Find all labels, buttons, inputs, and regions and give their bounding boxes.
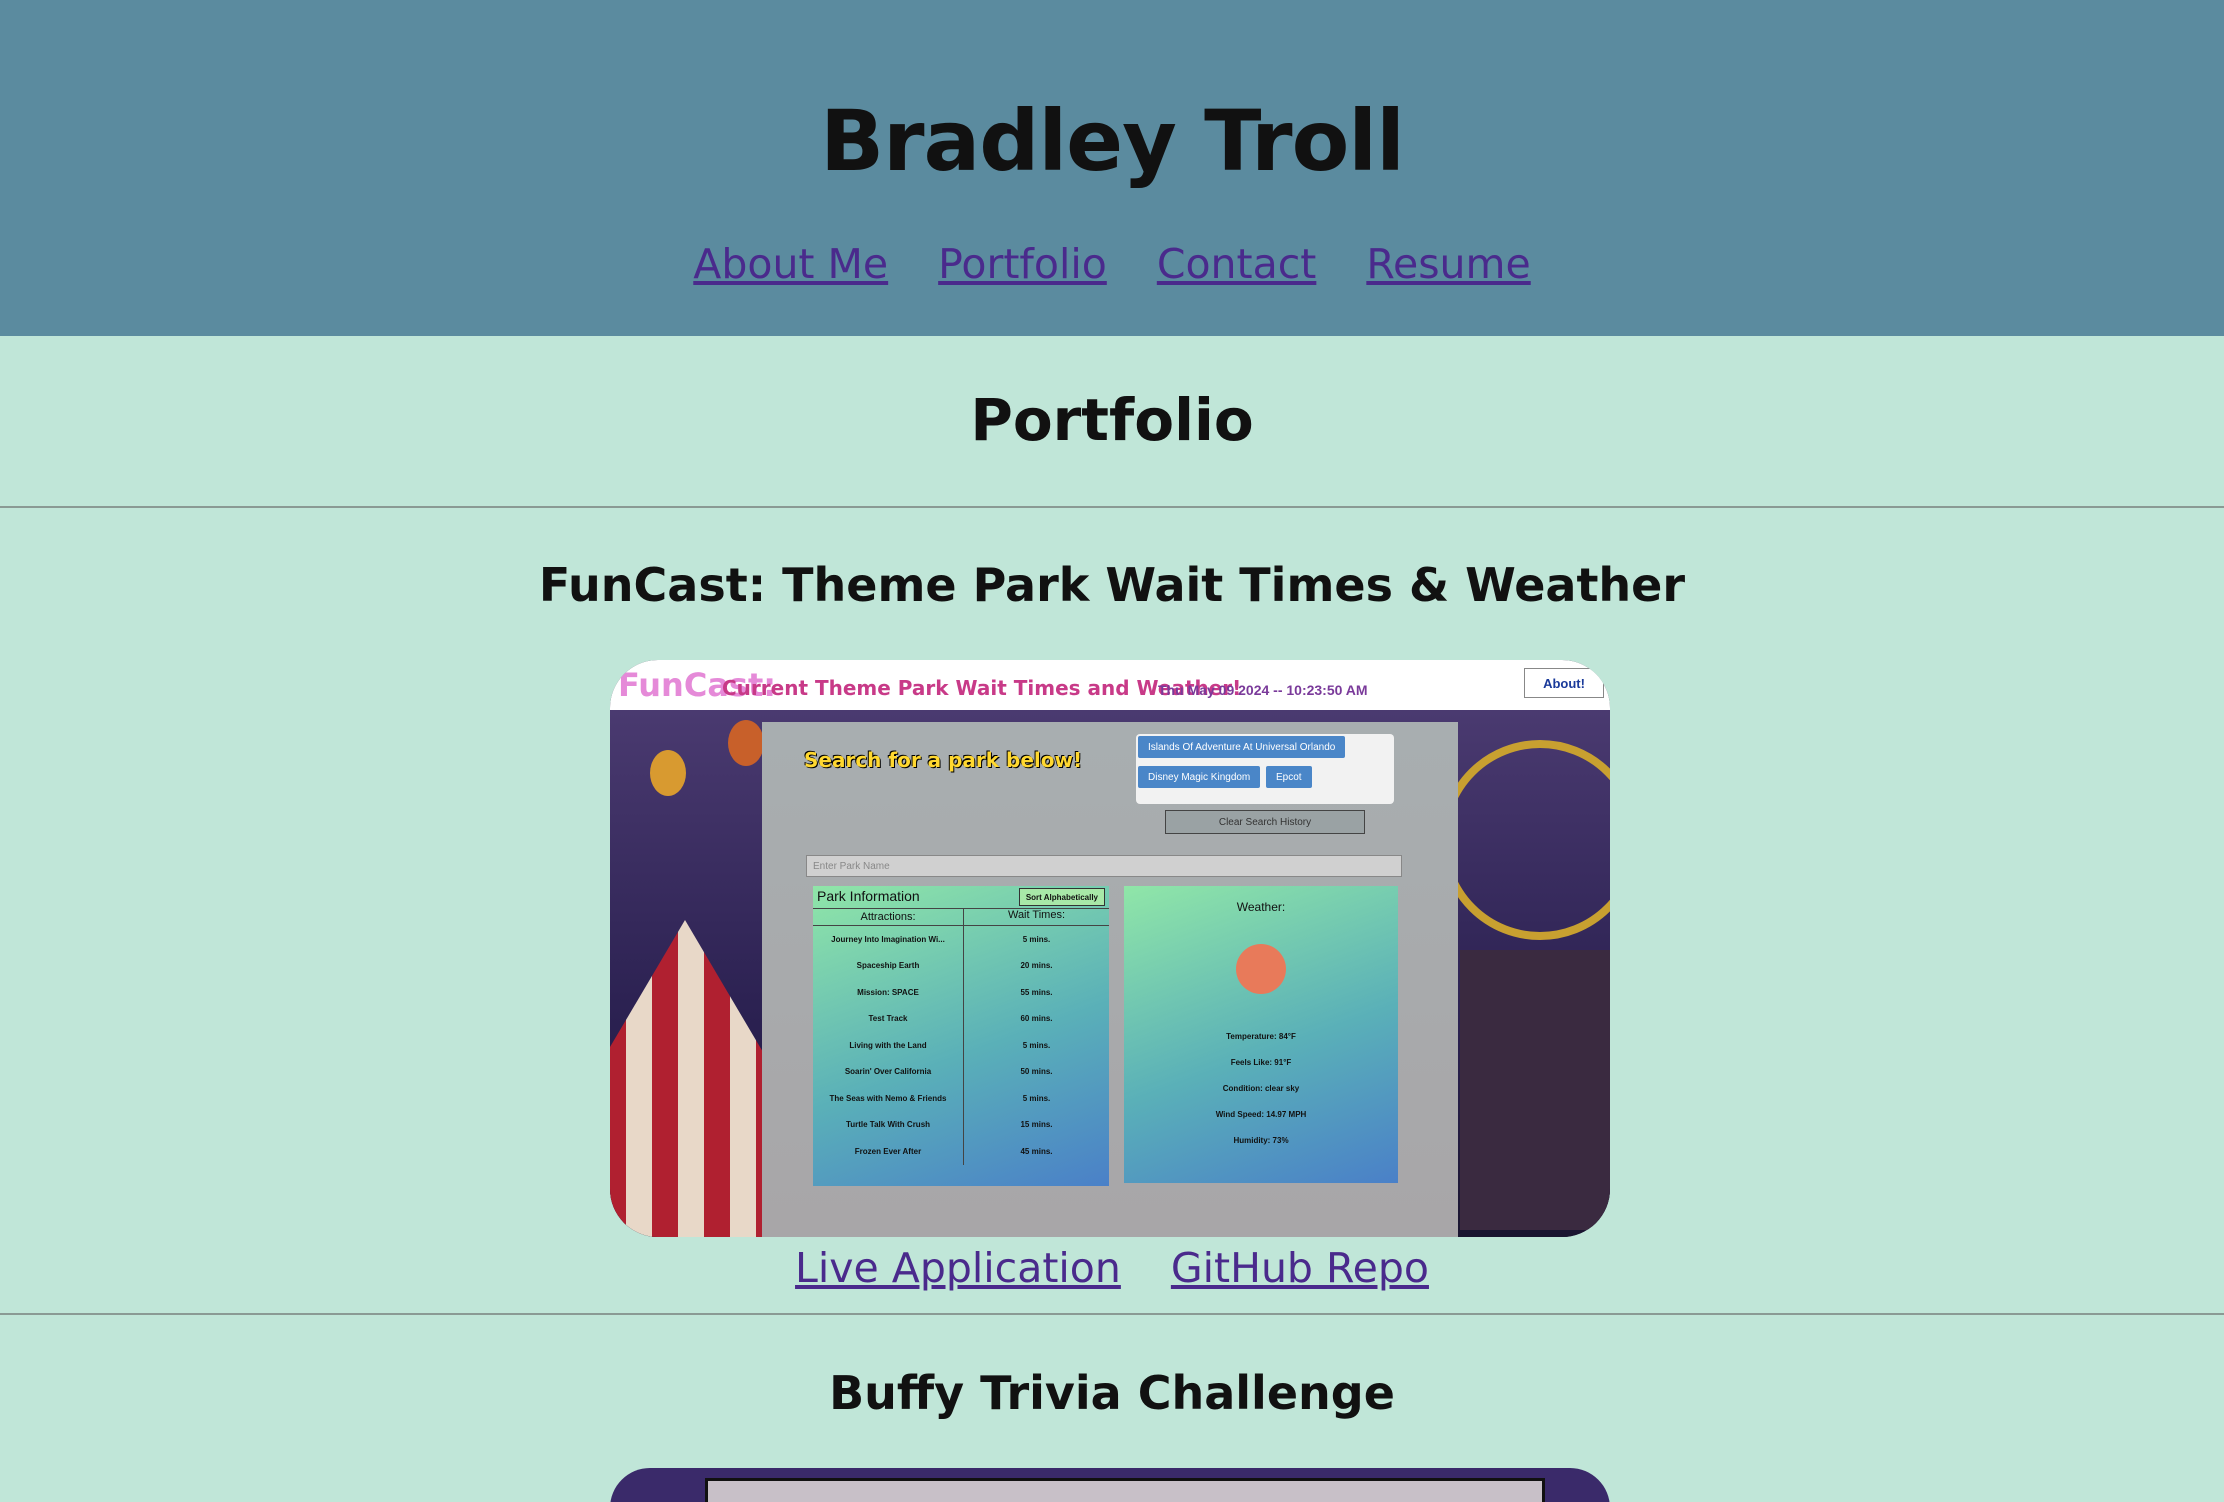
- app-panel: Search for a park below! Islands Of Adve…: [762, 722, 1458, 1237]
- project-title: FunCast: Theme Park Wait Times & Weather: [538, 558, 1686, 612]
- main-nav: About Me Portfolio Contact Resume: [0, 240, 2224, 288]
- weather-humidity: Humidity: 73%: [1233, 1136, 1289, 1145]
- sun-icon: [1236, 944, 1286, 994]
- weather-feels-like: Feels Like: 91°F: [1230, 1058, 1292, 1067]
- weather-wind-speed: Wind Speed: 14.97 MPH: [1215, 1110, 1307, 1119]
- weather-card: Weather: Temperature: 84°F Feels Like: 9…: [1124, 886, 1398, 1183]
- site-header: Bradley Troll About Me Portfolio Contact…: [0, 0, 2224, 336]
- portfolio-heading: Portfolio: [970, 386, 1254, 454]
- history-item: Islands Of Adventure At Universal Orland…: [1138, 736, 1346, 758]
- attractions-header: Attractions:: [860, 911, 916, 923]
- about-button: About!: [1524, 668, 1604, 698]
- wait-time: 55 mins.: [963, 979, 1109, 1006]
- weather-condition: Condition: clear sky: [1222, 1084, 1300, 1093]
- hot-air-balloon-icon: [728, 720, 764, 766]
- table-row: Journey Into Imagination Wi... 5 mins.: [813, 926, 1109, 953]
- nav-portfolio[interactable]: Portfolio: [938, 240, 1107, 288]
- nav-about-me[interactable]: About Me: [693, 240, 888, 288]
- wait-time: 5 mins.: [963, 926, 1109, 953]
- project-links: Live Application GitHub Repo: [0, 1244, 2224, 1292]
- wait-times-table: Attractions: Wait Times: Journey Into Im…: [813, 908, 1109, 1165]
- attraction-name: Journey Into Imagination Wi...: [831, 934, 945, 944]
- wait-time: 5 mins.: [963, 1032, 1109, 1059]
- attraction-name: The Seas with Nemo & Friends: [829, 1093, 947, 1103]
- wait-time: 15 mins.: [963, 1111, 1109, 1138]
- table-row: Soarin' Over California 50 mins.: [813, 1058, 1109, 1085]
- divider: [0, 506, 2224, 508]
- attraction-name: Soarin' Over California: [844, 1067, 932, 1077]
- carnival-stand: [1460, 950, 1610, 1230]
- table-row: Frozen Ever After 45 mins.: [813, 1138, 1109, 1165]
- table-row: Living with the Land 5 mins.: [813, 1032, 1109, 1059]
- wait-time: 60 mins.: [963, 1005, 1109, 1032]
- github-repo-link[interactable]: GitHub Repo: [1171, 1244, 1429, 1292]
- wait-time: 5 mins.: [963, 1085, 1109, 1112]
- project-screenshot[interactable]: FunCast: Current Theme Park Wait Times a…: [610, 660, 1610, 1237]
- park-search-input: Enter Park Name: [806, 855, 1402, 877]
- attraction-name: Living with the Land: [849, 1040, 927, 1050]
- ferris-wheel: [1440, 740, 1610, 940]
- sort-button: Sort Alphabetically: [1018, 888, 1105, 906]
- history-item: Epcot: [1266, 766, 1312, 788]
- table-row: Test Track 60 mins.: [813, 1005, 1109, 1032]
- clear-history-button: Clear Search History: [1165, 810, 1365, 834]
- live-application-link[interactable]: Live Application: [795, 1244, 1121, 1292]
- attraction-name: Spaceship Earth: [856, 961, 920, 971]
- weather-temperature: Temperature: 84°F: [1226, 1032, 1296, 1041]
- attraction-name: Turtle Talk With Crush: [845, 1120, 931, 1130]
- hot-air-balloon-icon: [650, 750, 686, 796]
- history-item: Disney Magic Kingdom: [1138, 766, 1261, 788]
- wait-time: 20 mins.: [963, 952, 1109, 979]
- wait-time: 50 mins.: [963, 1058, 1109, 1085]
- table-row: Mission: SPACE 55 mins.: [813, 979, 1109, 1006]
- circus-tent: [610, 920, 770, 1237]
- attraction-name: Frozen Ever After: [854, 1146, 922, 1156]
- divider: [0, 1313, 2224, 1315]
- search-heading: Search for a park below!: [804, 748, 1083, 772]
- site-title: Bradley Troll: [820, 92, 1405, 190]
- nav-contact[interactable]: Contact: [1157, 240, 1317, 288]
- screenshot-header: FunCast: Current Theme Park Wait Times a…: [610, 660, 1610, 710]
- table-header: Attractions: Wait Times:: [813, 908, 1109, 926]
- wait-times-header: Wait Times:: [963, 909, 1109, 925]
- screenshot-frame: [705, 1478, 1545, 1502]
- nav-resume[interactable]: Resume: [1366, 240, 1530, 288]
- funcast-datetime: Thu May 09 2024 -- 10:23:50 AM: [1158, 682, 1368, 698]
- table-row: Turtle Talk With Crush 15 mins.: [813, 1111, 1109, 1138]
- table-row: The Seas with Nemo & Friends 5 mins.: [813, 1085, 1109, 1112]
- park-info-title: Park Information: [817, 888, 920, 904]
- table-row: Spaceship Earth 20 mins.: [813, 952, 1109, 979]
- project-title: Buffy Trivia Challenge: [829, 1366, 1395, 1420]
- wait-time: 45 mins.: [963, 1138, 1109, 1165]
- attraction-name: Mission: SPACE: [857, 987, 919, 997]
- project-screenshot[interactable]: [610, 1468, 1610, 1502]
- attraction-name: Test Track: [868, 1014, 908, 1024]
- park-info-card: Park Information Sort Alphabetically Att…: [813, 886, 1109, 1186]
- weather-label: Weather:: [1236, 900, 1286, 914]
- search-history: Islands Of Adventure At Universal Orland…: [1136, 734, 1394, 804]
